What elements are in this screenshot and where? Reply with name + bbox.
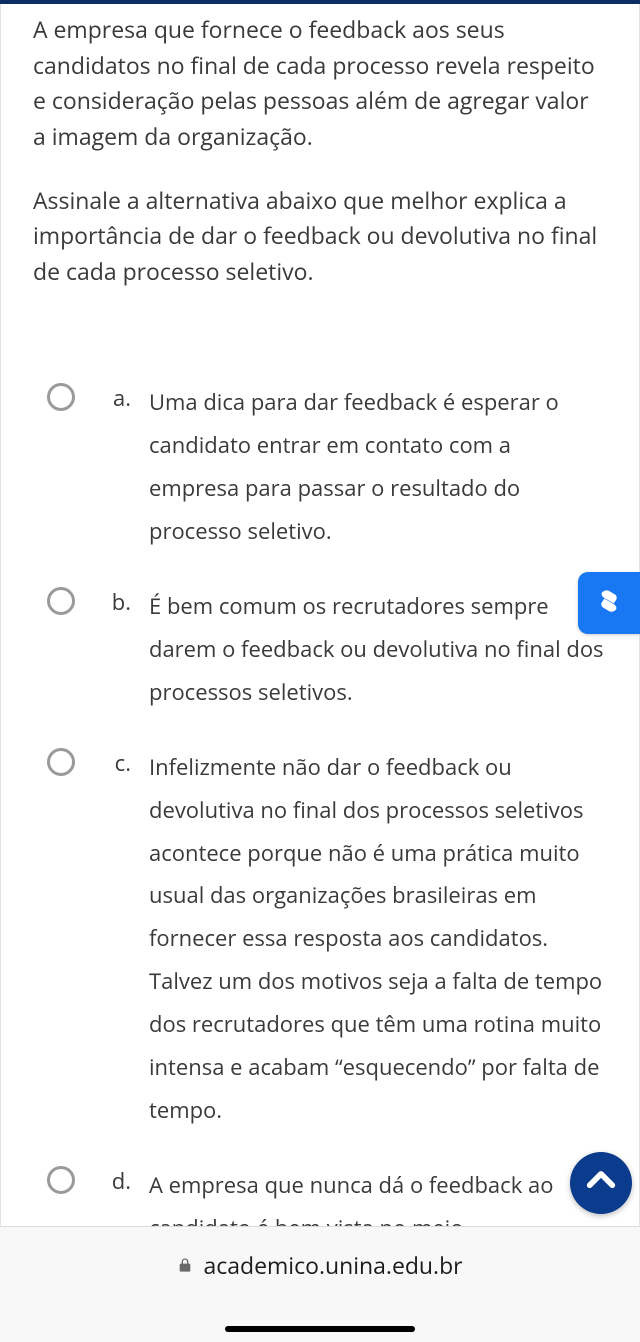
radio-a[interactable]	[47, 383, 75, 411]
radio-b[interactable]	[47, 587, 75, 615]
option-letter: a.	[109, 381, 131, 416]
option-a[interactable]: a. Uma dica para dar feedback é esperar …	[33, 381, 607, 553]
address-bar[interactable]: academico.unina.edu.br	[177, 1249, 462, 1281]
option-text: A empresa que nunca dá o feedback ao can…	[149, 1164, 607, 1226]
option-text: Uma dica para dar feedback é esperar o c…	[149, 381, 607, 553]
option-letter: d.	[109, 1164, 131, 1199]
question-paragraph-2: Assinale a alternativa abaixo que melhor…	[33, 183, 607, 290]
option-letter: c.	[109, 746, 131, 781]
option-letter: b.	[109, 585, 131, 620]
question-stem: A empresa que fornece o feedback aos seu…	[33, 12, 607, 289]
option-text: Infelizmente não dar o feedback ou devol…	[149, 746, 607, 1132]
scroll-to-top-button[interactable]	[570, 1152, 632, 1214]
question-paragraph-1: A empresa que fornece o feedback aos seu…	[33, 12, 607, 155]
browser-bottom-bar: academico.unina.edu.br	[0, 1226, 640, 1342]
page-content: A empresa que fornece o feedback aos seu…	[0, 4, 640, 1226]
radio-c[interactable]	[47, 748, 75, 776]
option-c[interactable]: c. Infelizmente não dar o feedback ou de…	[33, 746, 607, 1132]
hands-icon	[590, 582, 628, 625]
option-text: É bem comum os recrutadores sempre darem…	[149, 585, 607, 714]
lock-icon	[177, 1249, 193, 1281]
libras-accessibility-button[interactable]	[578, 572, 640, 634]
options-list: a. Uma dica para dar feedback é esperar …	[33, 381, 607, 1226]
url-text: academico.unina.edu.br	[203, 1249, 462, 1281]
chevron-up-icon	[584, 1164, 618, 1203]
option-d[interactable]: d. A empresa que nunca dá o feedback ao …	[33, 1164, 607, 1226]
radio-d[interactable]	[47, 1166, 75, 1194]
option-b[interactable]: b. É bem comum os recrutadores sempre da…	[33, 585, 607, 714]
home-indicator	[225, 1326, 415, 1332]
